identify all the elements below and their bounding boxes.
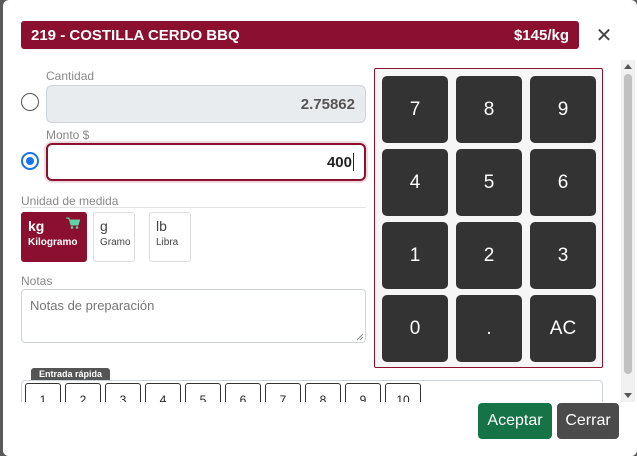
key-6[interactable]: 6 — [530, 149, 596, 216]
product-price: $145/kg — [513, 26, 569, 44]
cantidad-field[interactable]: 2.75862 — [46, 85, 366, 123]
scroll-thumb[interactable] — [624, 74, 632, 374]
unit-kg-option[interactable]: kg Kilogramo — [21, 212, 87, 262]
product-quantity-modal: 219 - COSTILLA CERDO BBQ $145/kg ✕ Canti… — [3, 0, 637, 456]
key-3[interactable]: 3 — [530, 222, 596, 289]
key-2[interactable]: 2 — [456, 222, 522, 289]
product-header: 219 - COSTILLA CERDO BBQ $145/kg — [21, 21, 579, 49]
monto-field[interactable]: 400 — [46, 143, 366, 181]
scroll-down-icon[interactable] — [624, 393, 632, 398]
monto-radio[interactable] — [21, 152, 39, 170]
unidad-divider — [21, 207, 366, 208]
notas-label: Notas — [21, 274, 53, 288]
key-8[interactable]: 8 — [456, 76, 522, 143]
close-icon[interactable]: ✕ — [593, 23, 615, 47]
modal-scrollbar[interactable] — [621, 60, 635, 402]
accept-button[interactable]: Aceptar — [478, 403, 552, 439]
unit-lb-abbr: lb — [156, 218, 167, 234]
resize-grip-icon[interactable] — [356, 333, 364, 341]
monto-value: 400 — [326, 153, 352, 171]
key-decimal[interactable]: . — [456, 295, 522, 362]
key-5[interactable]: 5 — [456, 149, 522, 216]
cart-icon — [66, 217, 80, 229]
scroll-up-icon[interactable] — [624, 64, 632, 69]
numeric-keypad: 7 8 9 4 5 6 1 2 3 0 . AC — [374, 68, 603, 368]
key-0[interactable]: 0 — [382, 295, 448, 362]
close-button[interactable]: Cerrar — [557, 403, 619, 439]
unit-g-name: Gramo — [100, 237, 131, 248]
unit-g-abbr: g — [100, 218, 108, 234]
key-clear[interactable]: AC — [530, 295, 596, 362]
quick-entry-legend: Entrada rápida — [31, 368, 111, 380]
text-cursor — [353, 153, 354, 171]
key-4[interactable]: 4 — [382, 149, 448, 216]
unit-lb-option[interactable]: lb Libra — [149, 212, 191, 262]
product-title: 219 - COSTILLA CERDO BBQ — [31, 26, 240, 44]
unidad-label: Unidad de medida — [21, 194, 119, 208]
key-7[interactable]: 7 — [382, 76, 448, 143]
key-1[interactable]: 1 — [382, 222, 448, 289]
unit-lb-name: Libra — [156, 237, 179, 248]
monto-label: Monto $ — [46, 128, 90, 142]
cantidad-radio[interactable] — [21, 93, 39, 111]
cantidad-value: 2.75862 — [300, 95, 355, 113]
key-9[interactable]: 9 — [530, 76, 596, 143]
cantidad-label: Cantidad — [46, 69, 95, 83]
unit-kg-name: Kilogramo — [28, 237, 78, 248]
notas-textarea[interactable] — [21, 289, 366, 343]
unit-g-option[interactable]: g Gramo — [93, 212, 135, 262]
